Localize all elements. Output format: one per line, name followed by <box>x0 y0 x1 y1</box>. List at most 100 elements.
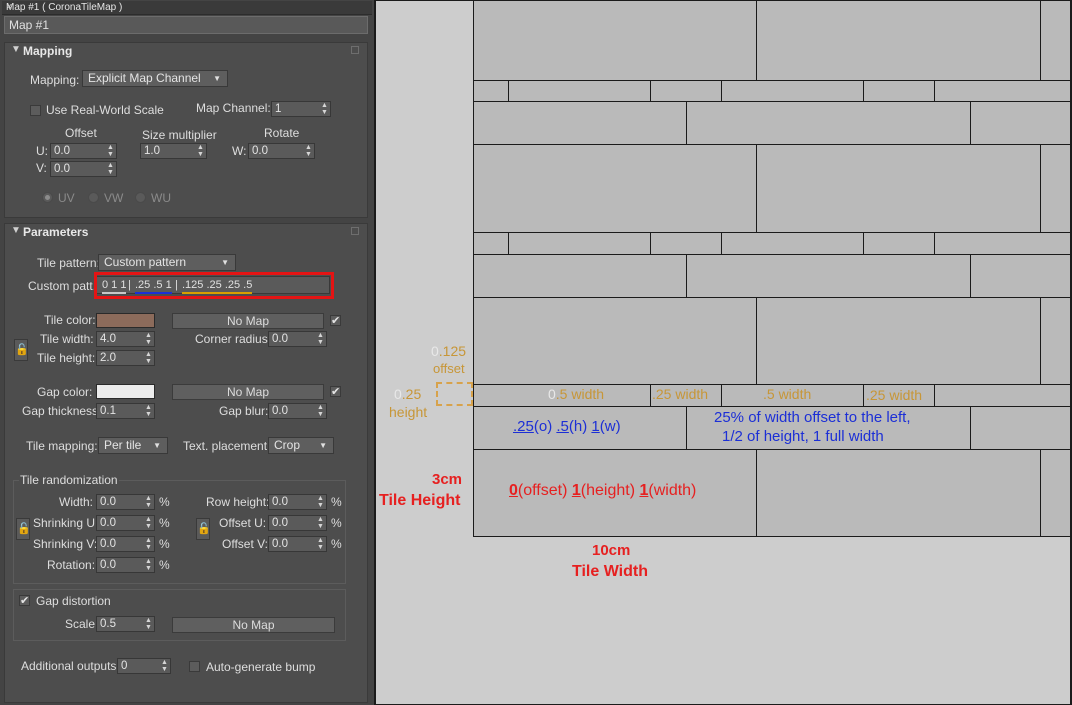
gap-color-map-button[interactable]: No Map <box>172 384 324 400</box>
auto-generate-bump-label: Auto-generate bump <box>206 660 316 674</box>
row-height-value: 0.0 <box>272 496 288 508</box>
row1-pattern-annotation: 0(offset) 1(height) 1(width) <box>509 482 697 499</box>
tile <box>934 232 1070 255</box>
gap-thickness-value: 0.1 <box>100 405 116 417</box>
offset-u-spinner[interactable]: 0.0 ▲ ▼ <box>50 143 117 159</box>
gap-color-swatch[interactable] <box>96 384 155 399</box>
collapse-triangle-icon[interactable]: ▼ <box>11 44 21 55</box>
wu-radio[interactable] <box>135 192 146 203</box>
spinner-arrows-icon[interactable]: ▲ ▼ <box>317 537 324 551</box>
rand-offset-v-spinner[interactable]: 0.0 ▲ ▼ <box>268 536 327 552</box>
lock-icon[interactable]: 🔓 <box>16 518 31 540</box>
mapping-rollout-header[interactable]: ▼ Mapping <box>5 43 367 61</box>
rotation-spinner[interactable]: 0.0 ▲ ▼ <box>96 557 155 573</box>
tile-pattern-dropdown[interactable]: Custom pattern ▼ <box>98 254 236 271</box>
spinner-arrows-icon[interactable]: ▲ ▼ <box>145 404 152 418</box>
size-multiplier-spinner[interactable]: 1.0 ▲ ▼ <box>140 143 207 159</box>
tile-height-spinner[interactable]: 2.0 ▲ ▼ <box>96 350 155 366</box>
tile-color-swatch[interactable] <box>96 313 155 328</box>
spinner-arrows-icon[interactable]: ▲ ▼ <box>145 537 152 551</box>
spinner-arrows-icon[interactable]: ▲ ▼ <box>107 144 114 158</box>
tile-width-spinner[interactable]: 4.0 ▲ ▼ <box>96 331 155 347</box>
gap-map-enable-checkbox[interactable]: ✔ <box>330 386 341 398</box>
spinner-arrows-icon[interactable]: ▲ ▼ <box>145 516 152 530</box>
scale-spinner[interactable]: 0.5 ▲ ▼ <box>96 616 155 632</box>
gap-distortion-map-button[interactable]: No Map <box>172 617 335 633</box>
collapse-triangle-icon[interactable]: ▼ <box>11 225 21 236</box>
map-channel-spinner[interactable]: 1 ▲ ▼ <box>271 101 331 117</box>
gap-thickness-spinner[interactable]: 0.1 ▲ ▼ <box>96 403 155 419</box>
text-placement-value: Crop <box>274 438 301 452</box>
spinner-arrows-icon[interactable]: ▲ ▼ <box>305 144 312 158</box>
shrinking-v-spinner[interactable]: 0.0 ▲ ▼ <box>96 536 155 552</box>
size-multiplier-header: Size multiplier <box>142 128 217 142</box>
shrinking-u-spinner[interactable]: 0.0 ▲ ▼ <box>96 515 155 531</box>
rotate-w-spinner[interactable]: 0.0 ▲ ▼ <box>248 143 315 159</box>
tile-height-label: Tile height: <box>37 351 96 365</box>
spinner-arrows-icon[interactable]: ▲ ▼ <box>321 102 328 116</box>
uv-radio[interactable] <box>42 192 53 203</box>
auto-generate-bump-checkbox[interactable] <box>189 661 200 672</box>
corner-radius-spinner[interactable]: 0.0 ▲ ▼ <box>268 331 327 347</box>
vw-label: VW <box>104 191 124 205</box>
spinner-arrows-icon[interactable]: ▲ ▼ <box>107 162 114 176</box>
close-icon[interactable]: × <box>6 1 368 14</box>
offset-v-spinner[interactable]: 0.0 ▲ ▼ <box>50 161 117 177</box>
map-channel-value: 1 <box>275 103 282 115</box>
width-annotation-1: 0.5 width <box>548 386 605 402</box>
spinner-arrows-icon[interactable]: ▲ ▼ <box>317 495 324 509</box>
rotation-value: 0.0 <box>100 559 116 571</box>
tile <box>686 101 971 145</box>
spinner-arrows-icon[interactable]: ▲ ▼ <box>197 144 204 158</box>
tile <box>1040 144 1070 233</box>
tile-mapping-dropdown[interactable]: Per tile ▼ <box>98 437 168 454</box>
tile-width-size: 10cm <box>592 542 631 559</box>
tile <box>721 232 864 255</box>
percent-sign: % <box>331 495 342 509</box>
spinner-arrows-icon[interactable]: ▲ ▼ <box>317 404 324 418</box>
spinner-arrows-icon[interactable]: ▲ ▼ <box>145 332 152 346</box>
map-name-input[interactable] <box>9 18 359 32</box>
tile <box>473 254 687 298</box>
offset-marker <box>436 382 473 406</box>
rand-width-label: Width: <box>59 495 94 509</box>
chevron-down-icon: ▼ <box>221 258 229 267</box>
use-real-world-scale-checkbox[interactable] <box>30 105 41 116</box>
rand-offset-u-value: 0.0 <box>272 517 288 529</box>
width-annotation-2: .25 width <box>652 386 709 402</box>
gap-blur-spinner[interactable]: 0.0 ▲ ▼ <box>268 403 327 419</box>
spinner-arrows-icon[interactable]: ▲ ▼ <box>145 558 152 572</box>
rotate-w-value: 0.0 <box>252 145 268 157</box>
rand-offset-u-spinner[interactable]: 0.0 ▲ ▼ <box>268 515 327 531</box>
spinner-arrows-icon[interactable]: ▲ ▼ <box>317 516 324 530</box>
tile-pattern-preview: 0.125 offset 0.25 height 0.5 width .25 w… <box>376 1 1070 704</box>
spinner-arrows-icon[interactable]: ▲ ▼ <box>145 351 152 365</box>
parameters-rollout-header[interactable]: ▼ Parameters <box>5 224 367 242</box>
spinner-arrows-icon[interactable]: ▲ ▼ <box>317 332 324 346</box>
spinner-arrows-icon[interactable]: ▲ ▼ <box>161 659 168 673</box>
lock-icon[interactable]: 🔓 <box>14 339 29 361</box>
tile-width-label: Tile width: <box>40 332 94 346</box>
rand-width-spinner[interactable]: 0.0 ▲ ▼ <box>96 494 155 510</box>
map-name-field[interactable] <box>4 16 368 34</box>
tile <box>721 80 864 102</box>
vw-radio[interactable] <box>88 192 99 203</box>
spinner-arrows-icon[interactable]: ▲ ▼ <box>145 495 152 509</box>
text-placement-dropdown[interactable]: Crop ▼ <box>268 437 334 454</box>
lock-icon[interactable]: 🔓 <box>196 518 211 540</box>
tile <box>650 232 722 255</box>
additional-outputs-spinner[interactable]: 0 ▲ ▼ <box>117 658 171 674</box>
percent-sign: % <box>159 516 170 530</box>
tile-map-enable-checkbox[interactable]: ✔ <box>330 315 341 327</box>
tile <box>970 406 1070 450</box>
gap-distortion-checkbox[interactable]: ✔ <box>19 595 30 607</box>
row-height-spinner[interactable]: 0.0 ▲ ▼ <box>268 494 327 510</box>
spinner-arrows-icon[interactable]: ▲ ▼ <box>145 617 152 631</box>
tile <box>508 80 651 102</box>
rollout-pin-icon[interactable] <box>351 46 359 54</box>
rollout-pin-icon[interactable] <box>351 227 359 235</box>
mapping-dropdown[interactable]: Explicit Map Channel ▼ <box>82 70 228 87</box>
tile-color-map-button[interactable]: No Map <box>172 313 324 329</box>
window-titlebar: Map #1 ( CoronaTileMap ) × <box>2 1 372 15</box>
tile-pattern-label: Tile pattern: <box>37 256 100 270</box>
